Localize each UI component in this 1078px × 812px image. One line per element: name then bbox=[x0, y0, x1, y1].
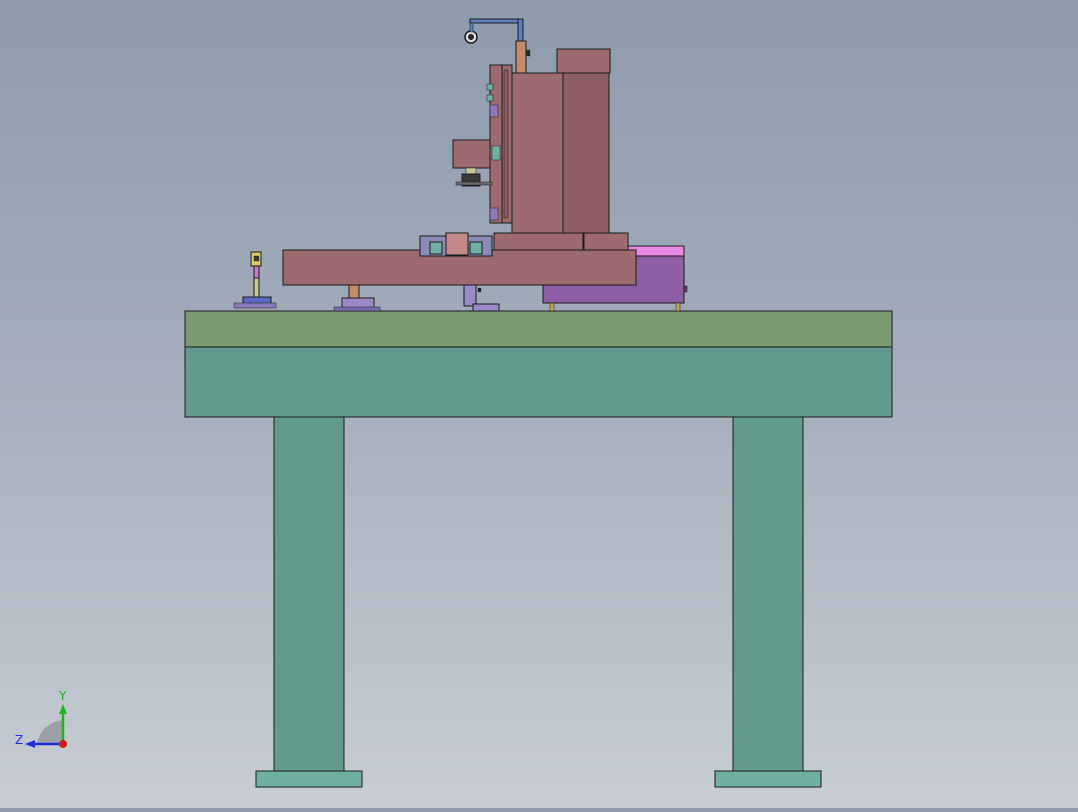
triad-y-arrow bbox=[59, 704, 67, 714]
cad-graphics-viewport[interactable]: Y Z bbox=[0, 0, 1078, 808]
tool-motor[interactable] bbox=[452, 139, 491, 169]
z-slide-bracket-2 bbox=[489, 207, 499, 221]
column-tag bbox=[477, 287, 482, 293]
z-slide-bracket-1 bbox=[489, 104, 499, 118]
triad-x-axis-dot bbox=[59, 740, 67, 748]
control-box-latch bbox=[683, 285, 688, 293]
beam-support-base[interactable] bbox=[341, 297, 375, 309]
vertical-column-rear[interactable] bbox=[562, 72, 610, 234]
top-post-tag bbox=[525, 49, 531, 57]
column-base-step[interactable] bbox=[493, 232, 629, 251]
sensor-stem-lower bbox=[253, 277, 260, 299]
table-top-plate[interactable] bbox=[184, 310, 893, 348]
sensor-plate bbox=[233, 302, 277, 309]
workbench-model[interactable] bbox=[184, 18, 893, 788]
beam-support-post[interactable] bbox=[348, 284, 360, 300]
carriage-center[interactable] bbox=[445, 232, 469, 256]
table-leg-left[interactable] bbox=[273, 416, 345, 772]
lavender-column-base bbox=[472, 303, 500, 312]
top-post[interactable] bbox=[515, 40, 527, 74]
lavender-column[interactable] bbox=[463, 284, 477, 307]
control-box-foot-right bbox=[675, 302, 681, 312]
column-base-divider bbox=[582, 232, 585, 251]
top-nozzle-center bbox=[468, 34, 474, 40]
tool-motor-shaft bbox=[465, 167, 477, 175]
table-leg-right[interactable] bbox=[732, 416, 804, 772]
top-arm-vertical bbox=[517, 18, 524, 42]
z-slide-green-3 bbox=[491, 145, 501, 161]
control-box-foot-left bbox=[549, 302, 555, 312]
vertical-column-front[interactable] bbox=[511, 72, 567, 234]
z-slide-green-2 bbox=[486, 94, 494, 102]
top-arm-horizontal[interactable] bbox=[469, 18, 524, 24]
triad-z-arrow bbox=[25, 740, 35, 748]
z-slide-rail-inner bbox=[503, 69, 509, 219]
carriage-green-2 bbox=[469, 241, 483, 255]
column-cap[interactable] bbox=[556, 48, 611, 74]
sensor-head-dark bbox=[253, 255, 260, 262]
table-frame[interactable] bbox=[184, 346, 893, 418]
view-orientation-triad[interactable]: Y Z bbox=[15, 689, 67, 748]
carriage-green bbox=[429, 241, 443, 255]
top-nozzle-stem bbox=[469, 22, 474, 33]
table-foot-right[interactable] bbox=[714, 770, 822, 788]
sensor-stem bbox=[253, 265, 260, 279]
triad-z-label: Z bbox=[15, 733, 23, 747]
tool-arm bbox=[455, 181, 493, 186]
model-canvas[interactable]: Y Z bbox=[0, 0, 1078, 808]
triad-xz-quadrant bbox=[37, 720, 63, 744]
table-foot-left[interactable] bbox=[255, 770, 363, 788]
triad-y-label: Y bbox=[58, 689, 67, 703]
z-slide-green-1 bbox=[486, 83, 494, 91]
beam-support-plate bbox=[333, 306, 381, 312]
